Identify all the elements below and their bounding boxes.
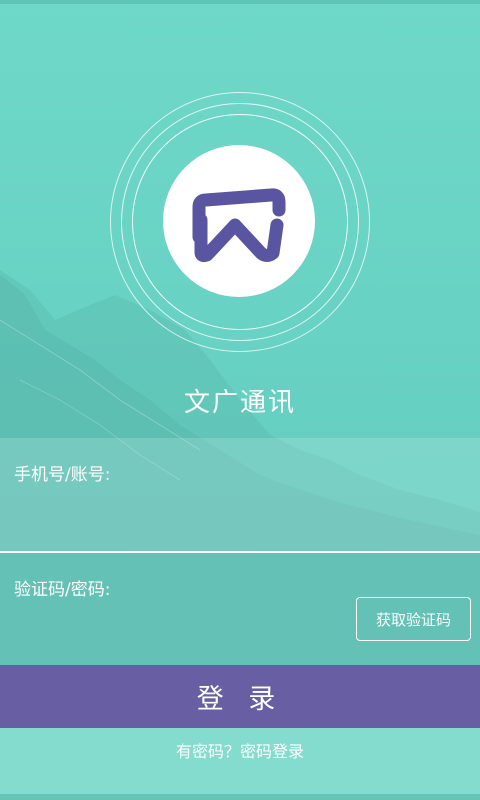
account-input[interactable] <box>14 490 468 536</box>
account-label: 手机号/账号: <box>14 465 111 485</box>
wg-logo-icon <box>192 188 286 263</box>
get-code-button[interactable]: 获取验证码 <box>356 597 471 641</box>
code-field[interactable]: 验证码/密码: 获取验证码 <box>0 553 480 665</box>
bottom-divider <box>0 794 480 800</box>
bottom-area: 有密码？密码登录 <box>0 728 480 800</box>
status-bar-strip <box>0 0 480 4</box>
account-field[interactable]: 手机号/账号: <box>0 438 480 553</box>
app-name: 文广通讯 <box>183 388 296 418</box>
password-login-link[interactable]: 有密码？密码登录 <box>0 738 480 762</box>
code-label: 验证码/密码: <box>14 580 111 600</box>
app-logo <box>163 145 315 297</box>
logo-area <box>110 92 370 352</box>
login-button[interactable]: 登 录 <box>0 665 480 728</box>
code-input[interactable] <box>14 605 348 651</box>
login-screen: 文广通讯 手机号/账号: 验证码/密码: 获取验证码 登 录 有密码？密码登录 <box>0 0 480 800</box>
